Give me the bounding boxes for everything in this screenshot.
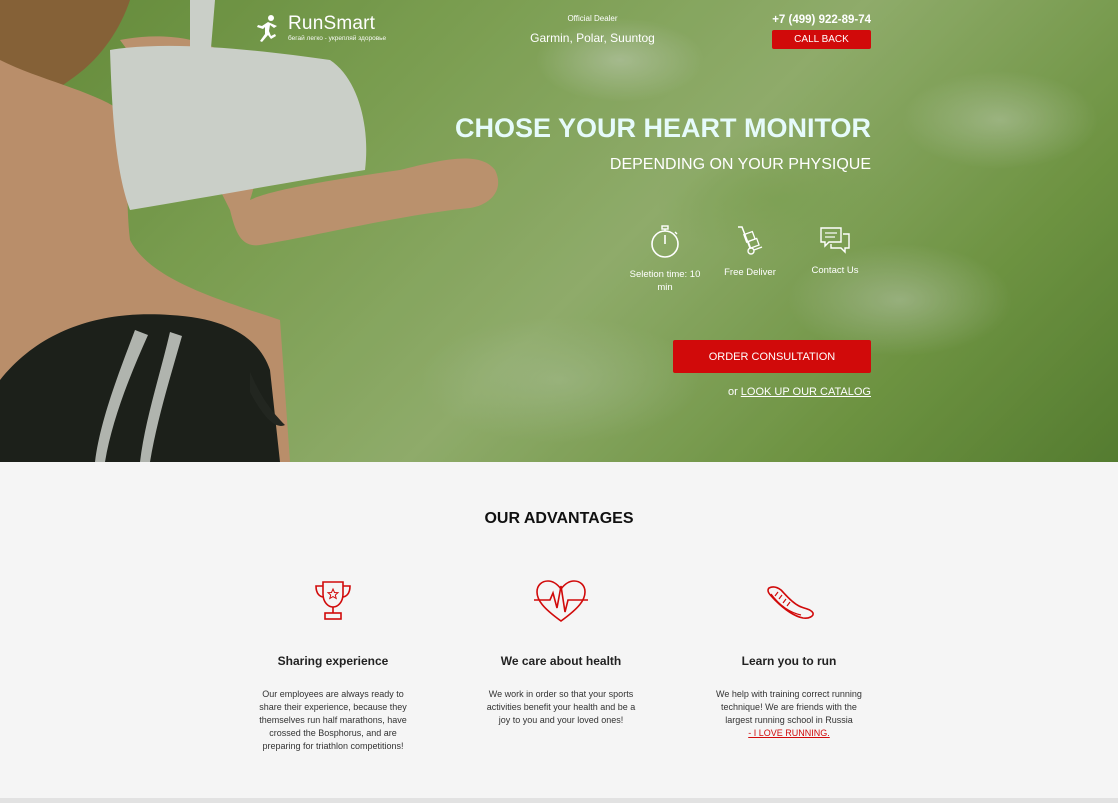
catalog-line: or LOOK UP OUR CATALOG bbox=[728, 386, 871, 398]
phone-number[interactable]: +7 (499) 922-89-74 bbox=[760, 14, 871, 26]
dealer-label: Official Dealer bbox=[567, 14, 618, 23]
hero-section: RunSmart бегай легко - укрепляй здоровье… bbox=[0, 0, 1118, 462]
hero-subtitle: DEPENDING ON YOUR PHYSIQUE bbox=[609, 156, 871, 173]
chat-icon bbox=[820, 227, 850, 254]
running-shoe-icon bbox=[767, 586, 814, 619]
stopwatch-icon bbox=[651, 225, 679, 258]
feature-selection-time: Seletion time: 10 min bbox=[625, 224, 705, 294]
advantage-text: We help with training correct running te… bbox=[709, 688, 869, 740]
advantage-text: We work in order so that your sports act… bbox=[486, 689, 636, 725]
dealer-info: Official Dealer Garmin, Polar, Suuntog bbox=[520, 14, 665, 45]
advantage-text: Our employees are always ready to share … bbox=[259, 689, 407, 751]
brand-name: RunSmart bbox=[288, 13, 376, 34]
brand-tagline: бегай легко - укрепляй здоровье bbox=[288, 35, 387, 42]
advantages-title: OUR ADVANTAGES bbox=[484, 510, 634, 527]
feature-label: Contact Us bbox=[811, 265, 859, 276]
catalog-prefix: or bbox=[727, 386, 738, 398]
i-love-running-link[interactable]: - I LOVE RUNNING. bbox=[748, 728, 830, 738]
feature-label: Free Deliver bbox=[724, 267, 776, 278]
advantage-health: We care about health We work in order so… bbox=[481, 578, 641, 727]
dealer-brands: Garmin, Polar, Suuntog bbox=[530, 31, 655, 45]
advantage-heading: We care about health bbox=[500, 654, 622, 668]
hero-overlay bbox=[0, 0, 1118, 462]
section-divider bbox=[0, 798, 1118, 803]
call-back-button[interactable]: CALL BACK bbox=[772, 30, 871, 49]
advantage-heading: Learn you to run bbox=[741, 654, 837, 668]
advantage-learn-run: Learn you to run We help with training c… bbox=[709, 578, 869, 740]
advantage-text-body: We help with training correct running te… bbox=[716, 689, 862, 725]
brand-logo[interactable]: RunSmart бегай легко - укрепляй здоровье bbox=[252, 14, 386, 44]
runner-logo-icon bbox=[257, 15, 277, 42]
advantage-heading: Sharing experience bbox=[277, 654, 389, 668]
feature-label: Seletion time: 10 min bbox=[629, 269, 701, 293]
hero-title: CHOSE YOUR HEART MONITOR bbox=[454, 113, 871, 143]
hand-truck-icon bbox=[738, 226, 763, 255]
heartbeat-icon bbox=[534, 580, 588, 622]
catalog-link[interactable]: LOOK UP OUR CATALOG bbox=[741, 386, 871, 398]
feature-contact-us[interactable]: Contact Us bbox=[795, 224, 875, 277]
feature-free-delivery: Free Deliver bbox=[710, 224, 790, 279]
trophy-icon bbox=[315, 581, 351, 620]
order-consultation-button[interactable]: ORDER CONSULTATION bbox=[673, 340, 871, 373]
advantage-sharing-experience: Sharing experience Our employees are alw… bbox=[253, 578, 413, 753]
